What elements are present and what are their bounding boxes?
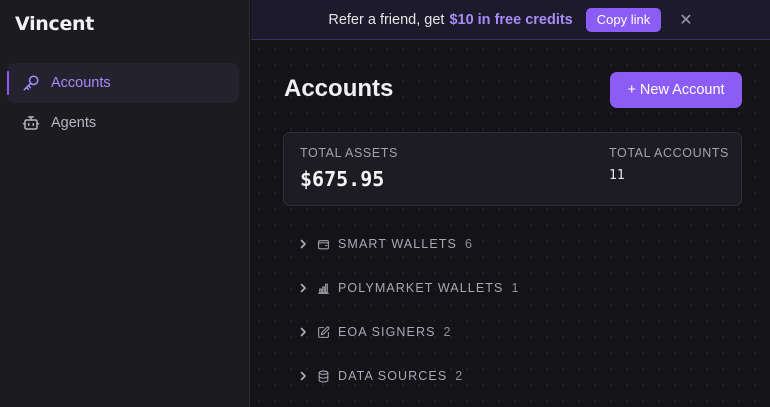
bar-chart-icon <box>317 282 330 295</box>
close-icon[interactable]: ✕ <box>679 10 692 29</box>
chevron-right-icon <box>297 238 309 250</box>
group-eoa-signers[interactable]: EOA SIGNERS 2 <box>297 321 452 343</box>
chevron-right-icon <box>297 282 309 294</box>
total-accounts-value: 11 <box>609 168 625 183</box>
group-data-sources[interactable]: DATA SOURCES 2 <box>297 365 463 387</box>
group-polymarket-wallets[interactable]: POLYMARKET WALLETS 1 <box>297 277 520 299</box>
group-count: 2 <box>443 325 452 339</box>
group-count: 6 <box>464 237 474 251</box>
summary-card: TOTAL ASSETS $675.95 TOTAL ACCOUNTS 11 <box>283 132 742 206</box>
vincent-logo[interactable]: Vincent <box>15 13 94 35</box>
copy-link-button[interactable]: Copy link <box>585 7 662 32</box>
group-count: 2 <box>455 369 464 383</box>
edit-icon <box>317 326 330 339</box>
group-label: SMART WALLETS <box>338 237 457 251</box>
banner-highlight: $10 in free credits <box>449 11 573 28</box>
chevron-right-icon <box>297 326 309 338</box>
group-label: DATA SOURCES <box>338 369 448 383</box>
key-icon <box>22 74 40 92</box>
wallet-icon <box>317 238 330 251</box>
total-assets-value: $675.95 <box>300 167 385 191</box>
database-icon <box>317 370 330 383</box>
group-smart-wallets[interactable]: SMART WALLETS 6 <box>297 233 473 255</box>
referral-banner: Refer a friend, get $10 in free credits … <box>251 0 770 40</box>
chevron-right-icon <box>297 370 309 382</box>
sidebar-item-agents[interactable]: Agents <box>7 103 239 143</box>
sidebar-item-accounts[interactable]: Accounts <box>7 63 239 103</box>
total-accounts-label: TOTAL ACCOUNTS <box>609 146 729 160</box>
total-assets-label: TOTAL ASSETS <box>300 146 398 160</box>
robot-icon <box>22 114 40 132</box>
main-content: Accounts + New Account TOTAL ASSETS $675… <box>251 41 770 407</box>
group-label: EOA SIGNERS <box>338 325 436 339</box>
banner-text: Refer a friend, get <box>328 11 445 28</box>
sidebar: Vincent Accounts Agents <box>0 0 250 407</box>
group-label: POLYMARKET WALLETS <box>338 281 504 295</box>
group-count: 1 <box>511 281 520 295</box>
page-title: Accounts <box>284 75 394 102</box>
sidebar-item-label: Agents <box>51 115 97 131</box>
new-account-button[interactable]: + New Account <box>610 72 742 108</box>
sidebar-item-label: Accounts <box>51 75 111 91</box>
